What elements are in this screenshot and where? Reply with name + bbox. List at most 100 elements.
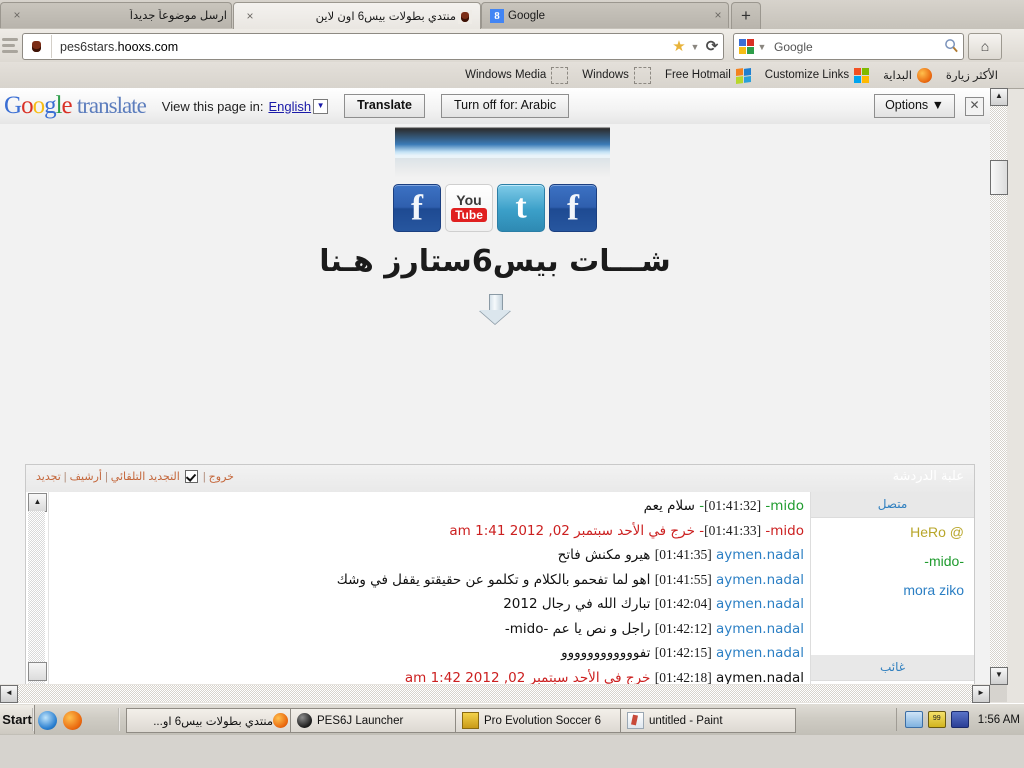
user-item[interactable]: @ alwash [811, 681, 974, 684]
chatbox-exit-link[interactable]: خروج [209, 470, 234, 483]
message-author[interactable]: aymen.nadal [716, 547, 804, 563]
chatbox-title: علبة الدردشة [892, 469, 964, 484]
start-button[interactable]: Start [0, 705, 35, 734]
message-author[interactable]: aymen.nadal [716, 621, 804, 637]
search-icon[interactable] [939, 38, 963, 56]
bookmark-label: Free Hotmail [664, 69, 731, 81]
twitter-icon[interactable] [497, 184, 545, 232]
chatbox-refresh-link[interactable]: تجديد [36, 470, 61, 483]
chatbox-links: خروج | التجديد التلقائي | أرشيف | تجديد [36, 470, 234, 483]
message-author[interactable]: aymen.nadal [716, 572, 804, 588]
message-text: هيرو مكنش فاتح [557, 547, 651, 563]
bookmark-label: Windows Media [465, 69, 547, 81]
chatbox-autorefresh-link[interactable]: التجديد التلقائي [111, 470, 180, 483]
scroll-left-icon[interactable]: ◄ [0, 685, 18, 703]
auto-refresh-checkbox[interactable] [184, 470, 198, 483]
notebook-icon[interactable] [950, 711, 969, 728]
page-title: شـــات بيس6ستارز هـنا [319, 244, 671, 279]
facebook-icon[interactable] [393, 184, 441, 232]
message-author[interactable]: aymen.nadal [716, 645, 804, 661]
youtube-label-top: You [456, 192, 482, 208]
tab-forum[interactable]: × منتدي بطولات بيس6 اون لاين [233, 2, 481, 30]
taskbar-item-untitled-paint[interactable]: untitled - Paint [620, 708, 796, 733]
scroll-up-icon[interactable]: ▲ [28, 493, 47, 512]
scroll-right-icon[interactable]: ► [972, 685, 990, 703]
bookmark-windows[interactable]: Windows [576, 65, 657, 85]
scroll-thumb[interactable] [990, 160, 1008, 195]
down-arrow-image [0, 292, 990, 329]
taskbar-item-pro-evolution-soccer-6[interactable]: Pro Evolution Soccer 6 [455, 708, 631, 733]
turn-off-button[interactable]: Turn off for: Arabic [440, 94, 570, 118]
back-forward-icons[interactable] [2, 35, 24, 56]
magnifier-glyph [944, 38, 958, 52]
tab-google[interactable]: 8 Google × [481, 2, 729, 28]
search-bar[interactable]: ▼ Google [733, 33, 964, 60]
bookmark-label: Windows [582, 69, 629, 81]
bookmark-most-visited[interactable]: الأكثر زيارة [940, 65, 1024, 85]
scroll-track[interactable] [28, 511, 45, 684]
tab-new-topic[interactable]: × ارسل موضوعاً جديداً [0, 2, 232, 28]
user-item[interactable]: -mido- [811, 547, 974, 576]
link-separator: | [104, 470, 108, 483]
facebook-icon-2[interactable] [549, 184, 597, 232]
tab-close-icon[interactable]: × [11, 9, 23, 22]
chevron-down-icon[interactable]: ▼ [313, 98, 329, 114]
scroll-up-icon[interactable]: ▲ [990, 88, 1008, 106]
navigation-bar: pes6stars.hooxs.com ★ ▼ ⟳ ▼ Google ⌂ [0, 29, 1024, 63]
tab-close-icon[interactable]: × [244, 10, 256, 23]
chatbox-archive-link[interactable]: أرشيف [70, 470, 102, 483]
new-tab-button[interactable]: + [731, 2, 761, 29]
windows-icon [854, 67, 870, 83]
user-item[interactable]: mora ziko [811, 576, 974, 605]
chat-scrollbar[interactable]: ▲ ▼ [26, 492, 49, 684]
youtube-icon[interactable]: You Tube [445, 184, 493, 232]
monitor-icon[interactable]: 99 [927, 711, 946, 728]
internet-explorer-icon[interactable] [38, 710, 57, 730]
bookmark-home[interactable]: البداية [877, 65, 938, 85]
scroll-down-icon[interactable]: ▼ [990, 667, 1008, 685]
user-item[interactable]: @ HeRo [811, 518, 974, 547]
url-text: pes6stars.hooxs.com [60, 39, 179, 54]
message-time: [01:42:18] [654, 669, 712, 685]
tab-close-icon[interactable]: × [712, 9, 724, 22]
reload-icon[interactable]: ⟳ [701, 38, 723, 55]
chevron-down-icon[interactable]: ▼ [756, 39, 768, 55]
chatbox: علبة الدردشة خروج | التجديد التلقائي | أ… [25, 464, 975, 684]
taskbar-clock[interactable]: 1:56 AM [978, 714, 1020, 726]
hotmail-icon [735, 66, 751, 84]
search-input[interactable]: Google [768, 40, 939, 54]
language-link[interactable]: English [268, 99, 311, 114]
bookmark-label: الأكثر زيارة [945, 70, 998, 82]
page-horizontal-scrollbar[interactable]: ◄ ► [0, 685, 990, 703]
translate-button[interactable]: Translate [344, 94, 425, 118]
google-translate-logo: Google translate [4, 92, 147, 119]
bookmark-customize-links[interactable]: Customize Links [759, 65, 875, 85]
close-icon[interactable]: ✕ [965, 96, 984, 116]
message-time: [01:42:12] [654, 620, 712, 636]
page-vertical-scrollbar[interactable]: ▲ ▼ [990, 88, 1008, 685]
taskbar-divider [118, 708, 120, 731]
firefox-icon[interactable] [63, 710, 82, 730]
chat-message-pane: ▲ ▼ [01:41:32] -mido- سلام يعم [01:41:33… [26, 492, 811, 684]
google-favicon: 8 [490, 8, 504, 23]
scroll-thumb[interactable] [28, 662, 47, 681]
bookmark-free-hotmail[interactable]: Free Hotmail [659, 65, 757, 85]
url-bar[interactable]: pes6stars.hooxs.com ★ ▼ ⟳ [22, 33, 724, 60]
taskbar-item-label: منتدي بطولات بيس6 او... [153, 715, 273, 728]
bookmark-windows-media[interactable]: Windows Media [459, 65, 574, 85]
system-tray: 99 1:56 AM [895, 708, 1020, 731]
taskbar-item-pes6j-launcher[interactable]: PES6J Launcher [290, 708, 466, 733]
chat-message: [01:42:18] aymen.nadal خرج في الأحد سبتم… [53, 666, 804, 685]
tab-title: منتدي بطولات بيس6 اون لاين [315, 10, 456, 23]
google-search-icon [739, 39, 754, 54]
chevron-down-icon[interactable]: ▼ [689, 39, 701, 55]
taskbar-item-firefox[interactable]: منتدي بطولات بيس6 او... [126, 708, 300, 733]
bookmark-star-icon[interactable]: ★ [671, 38, 687, 55]
message-time: [01:41:55] [654, 571, 712, 587]
options-button[interactable]: Options ▼ [874, 94, 955, 118]
home-button[interactable]: ⌂ [968, 33, 1002, 60]
message-author[interactable]: aymen.nadal [716, 670, 804, 685]
network-icon[interactable] [904, 711, 923, 728]
message-author[interactable]: aymen.nadal [716, 596, 804, 612]
firefox-icon [916, 67, 932, 83]
